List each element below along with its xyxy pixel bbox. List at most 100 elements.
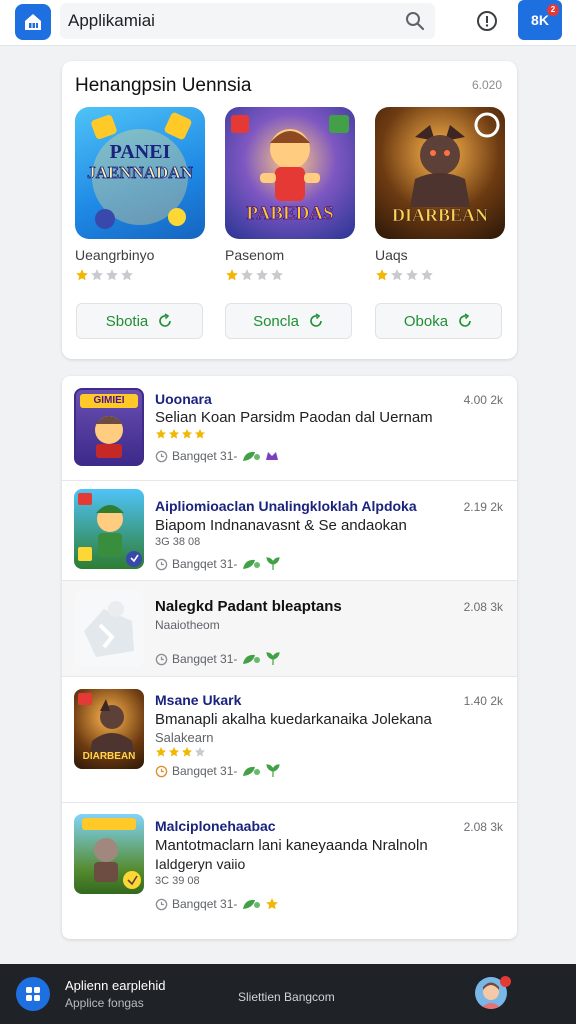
featured-app-2[interactable]: PABEDAS Pasenom xyxy=(225,107,355,282)
install-button-label: Oboka xyxy=(403,312,449,330)
artwork-title: PABEDAS xyxy=(246,203,334,225)
featured-section: Henangpsin Uennsia 6.020 PANEI JAENNADAN… xyxy=(62,61,517,359)
app-title: Malciplonehaabac xyxy=(155,818,276,834)
profile-notification-dot xyxy=(500,976,511,987)
star-empty-icon xyxy=(271,269,283,281)
star-filled-icon xyxy=(195,429,205,439)
app-meta: Bangqet 31- xyxy=(155,896,279,912)
app-size: 4.00 2k xyxy=(463,393,503,407)
app-list: GIMIEI Uoonara Selian Koan Parsidm Paoda… xyxy=(62,376,517,939)
star-filled-icon xyxy=(376,269,388,281)
clock-icon xyxy=(155,765,168,777)
sprout-icon xyxy=(266,652,281,665)
star-empty-icon xyxy=(241,269,253,281)
app-artwork[interactable]: PANEI JAENNADAN xyxy=(75,107,205,239)
star-filled-icon xyxy=(266,898,279,910)
account-button[interactable]: 8K 2 xyxy=(518,0,562,40)
search-input[interactable] xyxy=(68,10,388,32)
star-empty-icon xyxy=(195,747,205,757)
install-button[interactable]: Soncla xyxy=(225,303,352,339)
app-thumbnail[interactable] xyxy=(74,814,144,894)
artwork-title-1: PANEI xyxy=(109,141,171,163)
list-item[interactable]: Aipliomioaclan Unalingkloklah Alpdoka Bi… xyxy=(62,480,517,580)
thumbnail-art xyxy=(82,818,141,889)
artwork-title-2: JAENNADAN xyxy=(87,163,194,183)
list-item[interactable]: Nalegkd Padant bleaptans Naaiotheom 2.08… xyxy=(62,580,517,676)
app-thumbnail[interactable]: DIARBEAN xyxy=(74,689,144,769)
app-title: Nalegkd Padant bleaptans xyxy=(155,598,342,615)
app-thumbnail[interactable]: GIMIEI xyxy=(74,388,144,466)
bottom-bar-status[interactable]: Sliettien Bangcom xyxy=(238,990,335,1004)
store-app-icon[interactable] xyxy=(16,977,50,1011)
app-size: 2.08 3k xyxy=(463,820,503,834)
app-title: Aipliomioaclan Unalingkloklah Alpdoka xyxy=(155,498,417,514)
store-home-button[interactable] xyxy=(15,4,51,40)
clock-icon xyxy=(155,898,168,910)
bottom-bar-title: Aplienn earplehid xyxy=(65,978,166,993)
app-meta: Bangqet 31- xyxy=(155,556,281,572)
crown-icon xyxy=(266,452,279,460)
featured-app-1[interactable]: PANEI JAENNADAN Ueangrbinyo xyxy=(75,107,205,282)
app-description: Mantotmaclarn lani kaneyaanda Nralnoln xyxy=(155,837,428,854)
app-detail: 3G 38 08 xyxy=(155,536,201,548)
meta-text: Bangqet 31- xyxy=(172,764,238,778)
star-filled-icon xyxy=(226,269,238,281)
app-detail: Salakearn xyxy=(155,730,214,745)
app-detail: Naaiotheom xyxy=(155,618,220,632)
star-empty-icon xyxy=(91,269,103,281)
app-name: Ueangrbinyo xyxy=(75,247,155,263)
meta-text: Bangqet 31- xyxy=(172,652,238,666)
star-filled-icon xyxy=(169,747,179,757)
app-description: Bmanapli akalha kuedarkanaika Jolekana xyxy=(155,711,432,728)
app-name: Pasenom xyxy=(225,247,285,263)
install-button[interactable]: Oboka xyxy=(375,303,502,339)
search-icon[interactable] xyxy=(405,11,425,31)
leaf-icon xyxy=(243,451,261,461)
star-filled-icon xyxy=(156,747,166,757)
install-button-label: Soncla xyxy=(253,312,299,330)
app-title: Msane Ukark xyxy=(155,692,242,708)
refresh-icon xyxy=(159,313,172,327)
app-meta: Bangqet 31- xyxy=(155,651,281,667)
star-filled-icon xyxy=(76,269,88,281)
leaf-icon xyxy=(243,899,261,909)
app-artwork[interactable]: PABEDAS xyxy=(225,107,355,239)
artwork-title: DIARBEAN xyxy=(391,205,489,226)
leaf-icon xyxy=(243,766,261,776)
app-description-line2: Ialdgeryn vaiio xyxy=(155,856,246,872)
clock-icon xyxy=(155,558,168,570)
app-meta: Bangqet 31- xyxy=(155,448,279,464)
search-bar xyxy=(60,3,435,39)
top-bar: 8K 2 xyxy=(0,0,576,46)
app-thumbnail[interactable] xyxy=(74,489,144,569)
app-size: 2.08 3k xyxy=(463,600,503,614)
app-artwork[interactable]: DIARBEAN xyxy=(375,107,505,239)
app-thumbnail[interactable] xyxy=(74,591,144,667)
meta-text: Bangqet 31- xyxy=(172,897,238,911)
list-item[interactable]: Malciplonehaabac Mantotmaclarn lani kane… xyxy=(62,802,517,939)
bottom-bar-subtitle: Applice fongas xyxy=(65,996,144,1010)
star-empty-icon xyxy=(421,269,433,281)
account-label: 8K xyxy=(531,12,549,28)
star-filled-icon xyxy=(169,429,179,439)
thumbnail-label: GIMIEI xyxy=(93,395,125,406)
sprout-icon xyxy=(266,557,281,570)
featured-app-3[interactable]: DIARBEAN Uaqs xyxy=(375,107,505,282)
leaf-icon xyxy=(243,654,261,664)
store-house-icon xyxy=(25,14,41,30)
star-empty-icon xyxy=(121,269,133,281)
app-name: Uaqs xyxy=(375,247,408,263)
notification-badge: 2 xyxy=(547,4,559,16)
app-title: Uoonara xyxy=(155,391,212,407)
grid-icon xyxy=(26,987,40,1001)
install-button[interactable]: Sbotia xyxy=(76,303,203,339)
list-item[interactable]: GIMIEI Uoonara Selian Koan Parsidm Paoda… xyxy=(62,376,517,480)
list-item[interactable]: DIARBEAN Msane Ukark Bmanapli akalha kue… xyxy=(62,676,517,802)
star-filled-icon xyxy=(182,429,192,439)
featured-title: Henangpsin Uennsia xyxy=(75,75,252,96)
star-filled-icon xyxy=(156,429,166,439)
star-empty-icon xyxy=(391,269,403,281)
app-description: Selian Koan Parsidm Paodan dal Uernam xyxy=(155,409,433,426)
info-icon[interactable] xyxy=(476,10,498,32)
app-meta: Bangqet 31- xyxy=(155,763,281,779)
